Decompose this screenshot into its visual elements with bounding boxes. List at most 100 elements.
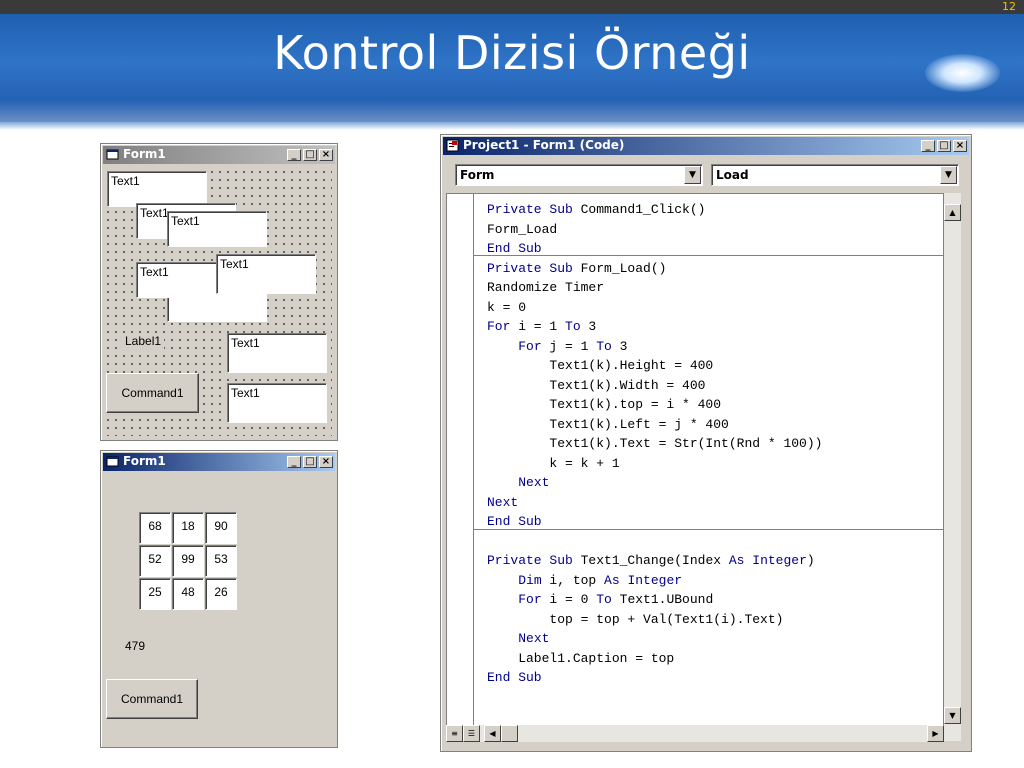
code-editor[interactable]: Private Sub Command1_Click() Form_Load End… — [446, 193, 944, 741]
code-line[interactable]: Label1.Caption = top — [487, 651, 674, 666]
close-button[interactable]: × — [319, 149, 333, 161]
form-design-titlebar[interactable]: Form1 _ □ × — [103, 146, 335, 164]
text1-array-cell[interactable]: 26 — [205, 578, 237, 610]
code-line[interactable]: Form_Load — [487, 222, 557, 237]
maximize-button[interactable]: □ — [303, 149, 317, 161]
text1-control[interactable]: Text1 — [167, 211, 267, 247]
text1-array-cell[interactable]: 53 — [205, 545, 237, 577]
code-keyword: End Sub — [487, 241, 542, 256]
code-keyword: To — [596, 592, 612, 607]
code-text: i = 0 — [541, 592, 597, 607]
code-line[interactable]: k = 0 — [487, 300, 526, 315]
slide-title: Kontrol Dizisi Örneği — [273, 26, 751, 80]
procedure-combo[interactable]: Load ▼ — [711, 164, 959, 186]
close-button[interactable]: × — [953, 140, 967, 152]
minimize-button[interactable]: _ — [287, 456, 301, 468]
text1-array-cell[interactable]: 18 — [172, 512, 204, 544]
banner-shadow — [0, 122, 1024, 130]
code-text: Randomize Timer — [487, 280, 605, 295]
text1-control[interactable]: Text1 — [227, 333, 327, 373]
code-line[interactable]: Next — [487, 495, 518, 510]
scroll-thumb[interactable] — [501, 725, 518, 742]
code-text: ) — [806, 553, 815, 568]
form-run-window[interactable]: Form1 _ □ × 68 18 90 52 99 53 25 48 26 479 Comma… — [100, 450, 338, 748]
chevron-down-icon[interactable]: ▼ — [684, 166, 701, 184]
form-run-title: Form1 — [123, 454, 166, 468]
code-line[interactable]: Next — [487, 631, 549, 646]
form-design-window[interactable]: Form1 _ □ × Text1 Text1 Text1 Text1 Text… — [100, 143, 338, 441]
text1-control[interactable]: Text1 — [216, 254, 316, 294]
code-text: k = k + 1 — [487, 455, 620, 471]
close-button[interactable]: × — [319, 456, 333, 468]
text1-control[interactable]: Text1 — [227, 383, 327, 423]
scroll-left-icon[interactable]: ◀ — [484, 725, 501, 742]
code-line[interactable]: End Sub — [487, 670, 542, 685]
code-line[interactable]: Private Sub Form_Load() — [487, 261, 666, 276]
scroll-down-icon[interactable]: ▼ — [944, 707, 961, 724]
code-line[interactable]: End Sub — [487, 514, 542, 529]
code-line[interactable]: top = top + Val(Text1(i).Text) — [487, 612, 783, 627]
command1-button[interactable]: Command1 — [106, 679, 198, 719]
procedure-separator — [473, 529, 943, 530]
text1-array-cell[interactable]: 99 — [172, 545, 204, 577]
code-window-titlebar[interactable]: Project1 - Form1 (Code) _ □ × — [443, 137, 969, 155]
object-combo[interactable]: Form ▼ — [455, 164, 703, 186]
code-keyword: End Sub — [487, 670, 542, 685]
text1-array-cell[interactable]: 68 — [139, 512, 171, 544]
code-keyword: Dim — [518, 572, 542, 588]
code-line[interactable]: End Sub — [487, 241, 542, 256]
slide-number: 12 — [1002, 0, 1016, 13]
procedure-view-icon[interactable]: ≡ — [446, 725, 463, 742]
text1-array-cell[interactable]: 25 — [139, 578, 171, 610]
code-line[interactable]: For j = 1 To 3 — [487, 339, 627, 354]
code-line[interactable]: Randomize Timer — [487, 280, 604, 295]
command1-button[interactable]: Command1 — [106, 373, 199, 413]
code-line[interactable]: Text1(k).Height = 400 — [487, 358, 713, 373]
code-line[interactable]: Private Sub Command1_Click() — [487, 202, 705, 217]
maximize-button[interactable]: □ — [937, 140, 951, 152]
code-text: 3 — [580, 319, 597, 334]
code-line[interactable]: Dim i, top As Integer — [487, 573, 682, 588]
banner-band — [0, 100, 1024, 122]
code-window-title: Project1 - Form1 (Code) — [463, 138, 625, 152]
code-text: Text1.UBound — [611, 592, 714, 607]
code-text: j = 1 — [541, 338, 597, 354]
code-text: Text1(k).Left = j * 400 — [487, 416, 729, 432]
label1-control[interactable]: Label1 — [122, 333, 165, 349]
code-line[interactable]: For i = 1 To 3 — [487, 319, 596, 334]
full-module-view-icon[interactable]: ☰ — [463, 725, 480, 742]
code-vertical-scrollbar[interactable]: ▲ ▼ — [944, 193, 961, 741]
minimize-button[interactable]: _ — [921, 140, 935, 152]
code-line[interactable]: Next — [487, 475, 549, 490]
code-line[interactable]: k = k + 1 — [487, 455, 620, 471]
text1-array-cell[interactable]: 48 — [172, 578, 204, 610]
chevron-down-icon[interactable]: ▼ — [940, 166, 957, 184]
object-combo-value: Form — [460, 168, 495, 182]
code-line[interactable]: Text1(k).Width = 400 — [487, 378, 705, 393]
code-text: Label1.Caption = top — [487, 650, 675, 666]
code-keyword: To — [596, 338, 612, 354]
code-text: Text1(k).top = i * 400 — [487, 397, 722, 412]
code-line[interactable]: Text1(k).top = i * 400 — [487, 397, 721, 412]
code-line[interactable]: Private Sub Text1_Change(Index As Intege… — [487, 553, 815, 568]
code-text: i = 1 — [510, 319, 566, 334]
maximize-button[interactable]: □ — [303, 456, 317, 468]
minimize-button[interactable]: _ — [287, 149, 301, 161]
code-keyword: Next — [518, 475, 550, 490]
text1-array-cell[interactable]: 90 — [205, 512, 237, 544]
code-keyword: Next — [518, 631, 550, 646]
scroll-right-icon[interactable]: ▶ — [927, 725, 944, 742]
code-line[interactable]: For i = 0 To Text1.UBound — [487, 592, 713, 607]
code-line[interactable]: Text1(k).Left = j * 400 — [487, 416, 729, 432]
text1-array-cell[interactable]: 52 — [139, 545, 171, 577]
text1-control[interactable]: Text1 — [107, 171, 207, 207]
code-horizontal-scrollbar[interactable]: ≡ ☰ ◀ ▶ — [446, 725, 944, 742]
scroll-up-icon[interactable]: ▲ — [944, 204, 961, 221]
form-design-canvas[interactable]: Text1 Text1 Text1 Text1 Text1 Label1 Tex… — [104, 168, 332, 436]
code-keyword: For — [518, 338, 542, 354]
code-line[interactable]: Text1(k).Text = Str(Int(Rnd * 100)) — [487, 436, 822, 451]
form-run-titlebar[interactable]: Form1 _ □ × — [103, 453, 335, 471]
code-keyword: To — [565, 319, 581, 334]
